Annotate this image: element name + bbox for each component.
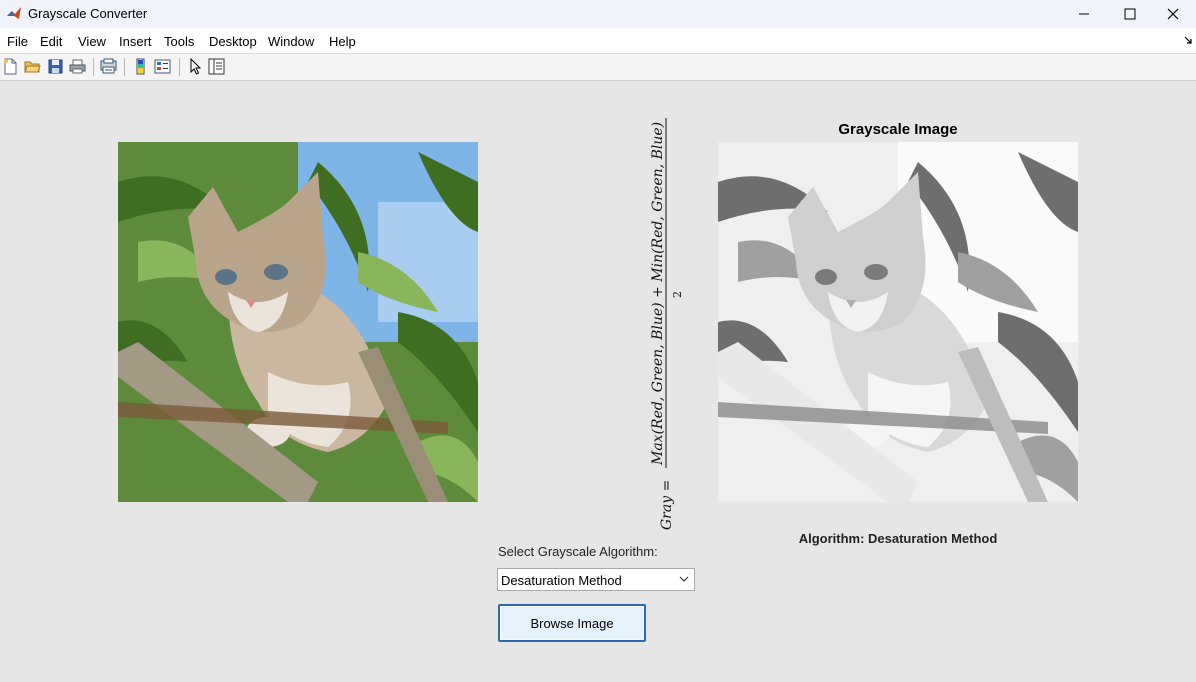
menu-bar: File Edit View Insert Tools Desktop Wind…	[0, 28, 1196, 54]
colorbar-icon[interactable]	[132, 58, 149, 75]
matlab-app-icon	[7, 7, 21, 19]
toolbar-separator	[124, 58, 125, 76]
menu-file[interactable]: File	[7, 34, 28, 49]
new-file-icon[interactable]	[2, 58, 19, 75]
figure-toolbar	[0, 54, 1196, 81]
grayscale-formula: Gray = Max(Red, Green, Blue) + Min(Red, …	[650, 118, 684, 530]
close-button[interactable]	[1150, 0, 1196, 28]
select-algorithm-label: Select Grayscale Algorithm:	[498, 544, 658, 559]
print-preview-icon[interactable]	[100, 58, 117, 75]
browse-button-label: Browse Image	[530, 615, 614, 631]
close-icon	[1167, 8, 1179, 20]
title-bar: Grayscale Converter	[0, 0, 1196, 28]
formula-numerator: Max(Red, Green, Blue) + Min(Red, Green, …	[650, 122, 666, 466]
menu-window[interactable]: Window	[268, 34, 314, 49]
dock-arrow-icon[interactable]	[1184, 36, 1192, 44]
maximize-button[interactable]	[1107, 0, 1153, 28]
chevron-down-icon	[679, 576, 689, 582]
open-folder-icon[interactable]	[24, 58, 41, 75]
minimize-button[interactable]	[1061, 0, 1107, 28]
browse-image-button[interactable]: Browse Image	[498, 604, 646, 642]
pointer-icon[interactable]	[187, 58, 204, 75]
algorithm-dropdown[interactable]: Desaturation Method	[497, 568, 695, 591]
menu-insert[interactable]: Insert	[119, 34, 152, 49]
toolbar-separator	[93, 58, 94, 76]
maximize-icon	[1124, 8, 1136, 20]
menu-edit[interactable]: Edit	[40, 34, 62, 49]
grayscale-image-title: Grayscale Image	[838, 121, 958, 138]
original-cat-image	[118, 142, 478, 502]
legend-icon[interactable]	[154, 58, 171, 75]
grayscale-image-axes	[718, 142, 1078, 502]
menu-desktop[interactable]: Desktop	[209, 34, 257, 49]
menu-view[interactable]: View	[78, 34, 106, 49]
menu-tools[interactable]: Tools	[164, 34, 194, 49]
formula-lhs: Gray =	[659, 480, 675, 530]
formula-denominator: 2	[671, 291, 684, 298]
window-title: Grayscale Converter	[28, 6, 148, 21]
minimize-icon	[1079, 13, 1089, 15]
original-image-axes	[118, 142, 478, 502]
toolbar-separator	[179, 58, 180, 76]
print-icon[interactable]	[69, 58, 86, 75]
grayscale-cat-image	[718, 142, 1078, 502]
algorithm-label: Algorithm: Desaturation Method	[798, 531, 998, 546]
property-inspector-icon[interactable]	[208, 58, 225, 75]
menu-help[interactable]: Help	[329, 34, 356, 49]
dropdown-selected-value: Desaturation Method	[501, 573, 622, 588]
save-icon[interactable]	[47, 58, 64, 75]
